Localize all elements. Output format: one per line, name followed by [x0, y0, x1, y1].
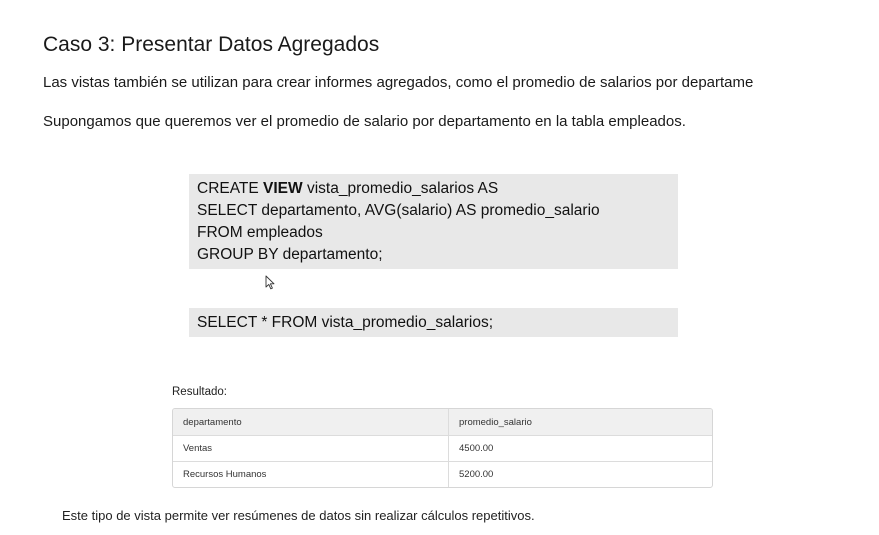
select-view-code-block: SELECT * FROM vista_promedio_salarios;	[189, 308, 678, 337]
code-line-create-view: CREATE VIEW vista_promedio_salarios AS	[197, 178, 670, 200]
table-row: Recursos Humanos 5200.00	[173, 461, 712, 487]
table-header-row: departamento promedio_salario	[173, 409, 712, 435]
footer-note: Este tipo de vista permite ver resúmenes…	[62, 508, 535, 523]
result-label: Resultado:	[172, 386, 227, 398]
code-line-group-by: GROUP BY departamento;	[197, 246, 383, 263]
table-cell-departamento: Ventas	[173, 436, 449, 461]
code-create-keyword: CREATE	[197, 180, 264, 197]
code-line-from: FROM empleados	[197, 224, 323, 241]
code-view-name: vista_promedio_salarios AS	[302, 180, 499, 197]
slide-title: Caso 3: Presentar Datos Agregados	[43, 33, 380, 56]
create-view-code-block: CREATE VIEW vista_promedio_salarios AS S…	[189, 174, 678, 269]
code-line-select: SELECT departamento, AVG(salario) AS pro…	[197, 202, 600, 219]
table-cell-promedio-salario: 5200.00	[459, 469, 494, 480]
table-row: Ventas 4500.00	[173, 435, 712, 461]
intro-paragraph: Las vistas también se utilizan para crea…	[43, 74, 754, 91]
code-line-select-from-view: SELECT * FROM vista_promedio_salarios;	[197, 314, 494, 331]
code-view-keyword: VIEW	[263, 180, 303, 197]
column-header-promedio-salario: promedio_salario	[459, 416, 532, 428]
table-cell-promedio-salario: 4500.00	[459, 443, 494, 454]
mouse-pointer-icon	[265, 275, 275, 290]
column-header-departamento: departamento	[173, 409, 449, 435]
suppose-paragraph: Supongamos que queremos ver el promedio …	[43, 113, 686, 130]
table-cell-departamento: Recursos Humanos	[173, 462, 449, 487]
result-table: departamento promedio_salario Ventas 450…	[172, 408, 713, 488]
